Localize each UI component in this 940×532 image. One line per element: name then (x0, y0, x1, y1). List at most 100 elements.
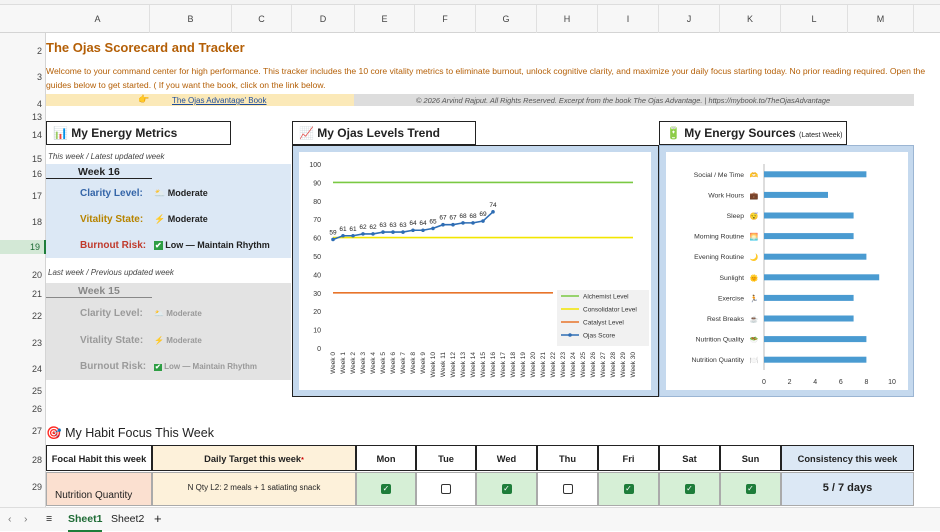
lightning-icon: ⚡ (154, 336, 164, 345)
y-tick-label: 10 (313, 328, 321, 335)
check-icon: ✔ (154, 364, 162, 371)
day-header-sat: Sat (659, 445, 720, 471)
target-icon: 🎯 (46, 426, 62, 440)
focal-habit-cell[interactable]: Nutrition Quantity (46, 472, 152, 506)
prev-clarity-value: 🌥️ Moderate (154, 309, 202, 318)
vitality-label: Vitality State: (80, 214, 144, 225)
row-header-16[interactable]: 16 (0, 167, 46, 181)
day-checkbox-wed[interactable]: ✓ (501, 484, 512, 494)
this-week-note: This week / Latest updated week (48, 152, 165, 161)
row-header-2[interactable]: 2 (0, 44, 46, 58)
ojas-point (361, 232, 365, 236)
ojas-point (441, 222, 445, 227)
row-header-23[interactable]: 23 (0, 336, 46, 350)
ojas-trend-chart[interactable]: 0 10 20 30 40 50 60 70 80 90 100 Week 0 Week 1 Week 2… (292, 145, 659, 397)
category-icon: 🥗 (750, 336, 759, 344)
column-header-i[interactable]: I (598, 5, 659, 33)
prev-sheet-icon[interactable]: ‹ (8, 508, 12, 532)
ojas-point (381, 230, 385, 234)
daily-target-cell[interactable]: N Qty L2: 2 meals + 1 satiating snack (152, 472, 356, 506)
column-header-g[interactable]: G (476, 5, 537, 33)
point-label: 61 (339, 226, 347, 233)
row-header-24[interactable]: 24 (0, 362, 46, 376)
point-label: 62 (369, 224, 377, 231)
sheets-menu-icon[interactable]: ≡ (46, 508, 52, 532)
source-bar (764, 191, 828, 198)
consistency-value: 5 / 7 days (781, 472, 914, 506)
trend-header: 📈 My Ojas Levels Trend (292, 121, 476, 145)
header-text: Fri (622, 454, 635, 464)
day-checkbox-mon[interactable]: ✓ (381, 484, 391, 494)
day-cell-thu (537, 472, 598, 506)
category-label: Morning Routine (694, 234, 744, 241)
row-header-14[interactable]: 14 (0, 128, 46, 142)
x-tick-label: Week 8 (410, 352, 417, 374)
day-cell-mon: ✓ (356, 472, 416, 506)
x-tick-label: Week 24 (570, 352, 577, 378)
day-checkbox-sat[interactable]: ✓ (684, 484, 695, 494)
day-checkbox-tue[interactable] (441, 484, 451, 494)
day-cell-tue (416, 472, 476, 506)
row-header-20[interactable]: 20 (0, 268, 46, 282)
tab-sheet2[interactable]: Sheet2 (111, 508, 144, 532)
y-tick-label: 100 (309, 162, 321, 169)
row-header-18[interactable]: 18 (0, 215, 46, 229)
row-header-13[interactable]: 13 (0, 110, 46, 124)
day-checkbox-sun[interactable]: ✓ (745, 484, 756, 494)
x-tick-label: Week 4 (370, 352, 377, 374)
book-link[interactable]: The Ojas Advantage' Book (172, 96, 266, 105)
current-week-label: Week 16 (46, 166, 152, 179)
row-header-21[interactable]: 21 (0, 287, 46, 301)
row-header-29[interactable]: 29 (0, 480, 46, 494)
page-title: The Ojas Scorecard and Tracker (46, 40, 245, 55)
row-header-19[interactable]: 19 (0, 240, 46, 254)
next-sheet-icon[interactable]: › (24, 508, 28, 532)
row-header-22[interactable]: 22 (0, 309, 46, 323)
focal-habit-header: Focal Habit this week (46, 445, 152, 471)
row-header-27[interactable]: 27 (0, 424, 46, 438)
legend-marker (568, 333, 572, 337)
category-label: Sunlight (719, 275, 744, 282)
column-header-h[interactable]: H (537, 5, 598, 33)
column-header-f[interactable]: F (415, 5, 476, 33)
x-tick-label: Week 1 (340, 352, 347, 374)
column-header-d[interactable]: D (292, 5, 355, 33)
point-label: 62 (359, 224, 367, 231)
row-header-28[interactable]: 28 (0, 453, 46, 467)
pointing-hand-icon: 👉 (138, 94, 150, 104)
add-sheet-button[interactable]: + (154, 508, 162, 532)
column-header-k[interactable]: K (720, 5, 781, 33)
column-header-e[interactable]: E (355, 5, 415, 33)
point-label: 64 (419, 220, 427, 227)
column-header-b[interactable]: B (150, 5, 232, 33)
row-headers: 2 3 4 13 14 15 16 17 18 19 20 21 22 23 24 25 26 27 28 29 (0, 33, 46, 507)
energy-metrics-title: My Energy Metrics (71, 126, 178, 140)
x-tick-label: Week 7 (400, 352, 407, 374)
row-header-15[interactable]: 15 (0, 152, 46, 166)
day-checkbox-thu[interactable] (562, 484, 573, 494)
point-label: 61 (349, 226, 357, 233)
row-header-25[interactable]: 25 (0, 384, 46, 398)
prev-vitality-value: ⚡ Moderate (154, 336, 202, 345)
row-header-3[interactable]: 3 (0, 70, 46, 84)
column-header-l[interactable]: L (781, 5, 848, 33)
tab-sheet1[interactable]: Sheet1 (68, 508, 103, 532)
legend-entry: Alchemist Level (583, 294, 629, 301)
column-header-c[interactable]: C (232, 5, 292, 33)
source-bar (764, 274, 880, 281)
energy-sources-chart[interactable]: Social / Me Time 🫶 Work Hours 💼 Sleep 😴 Mornin… (659, 145, 914, 397)
row-header-4[interactable]: 4 (0, 97, 46, 111)
row-header-26[interactable]: 26 (0, 402, 46, 416)
column-header-a[interactable]: A (46, 5, 150, 33)
x-tick-label: Week 10 (430, 352, 437, 378)
header-text: Tue (438, 454, 454, 464)
prev-vitality-text: Moderate (166, 336, 202, 345)
ojas-point (331, 237, 335, 242)
x-tick-label: Week 5 (380, 352, 387, 374)
y-tick-label: 70 (313, 217, 321, 224)
day-checkbox-fri[interactable]: ✓ (623, 484, 634, 494)
column-header-m[interactable]: M (848, 5, 914, 33)
column-header-j[interactable]: J (659, 5, 720, 33)
ojas-point (451, 222, 455, 227)
row-header-17[interactable]: 17 (0, 189, 46, 203)
